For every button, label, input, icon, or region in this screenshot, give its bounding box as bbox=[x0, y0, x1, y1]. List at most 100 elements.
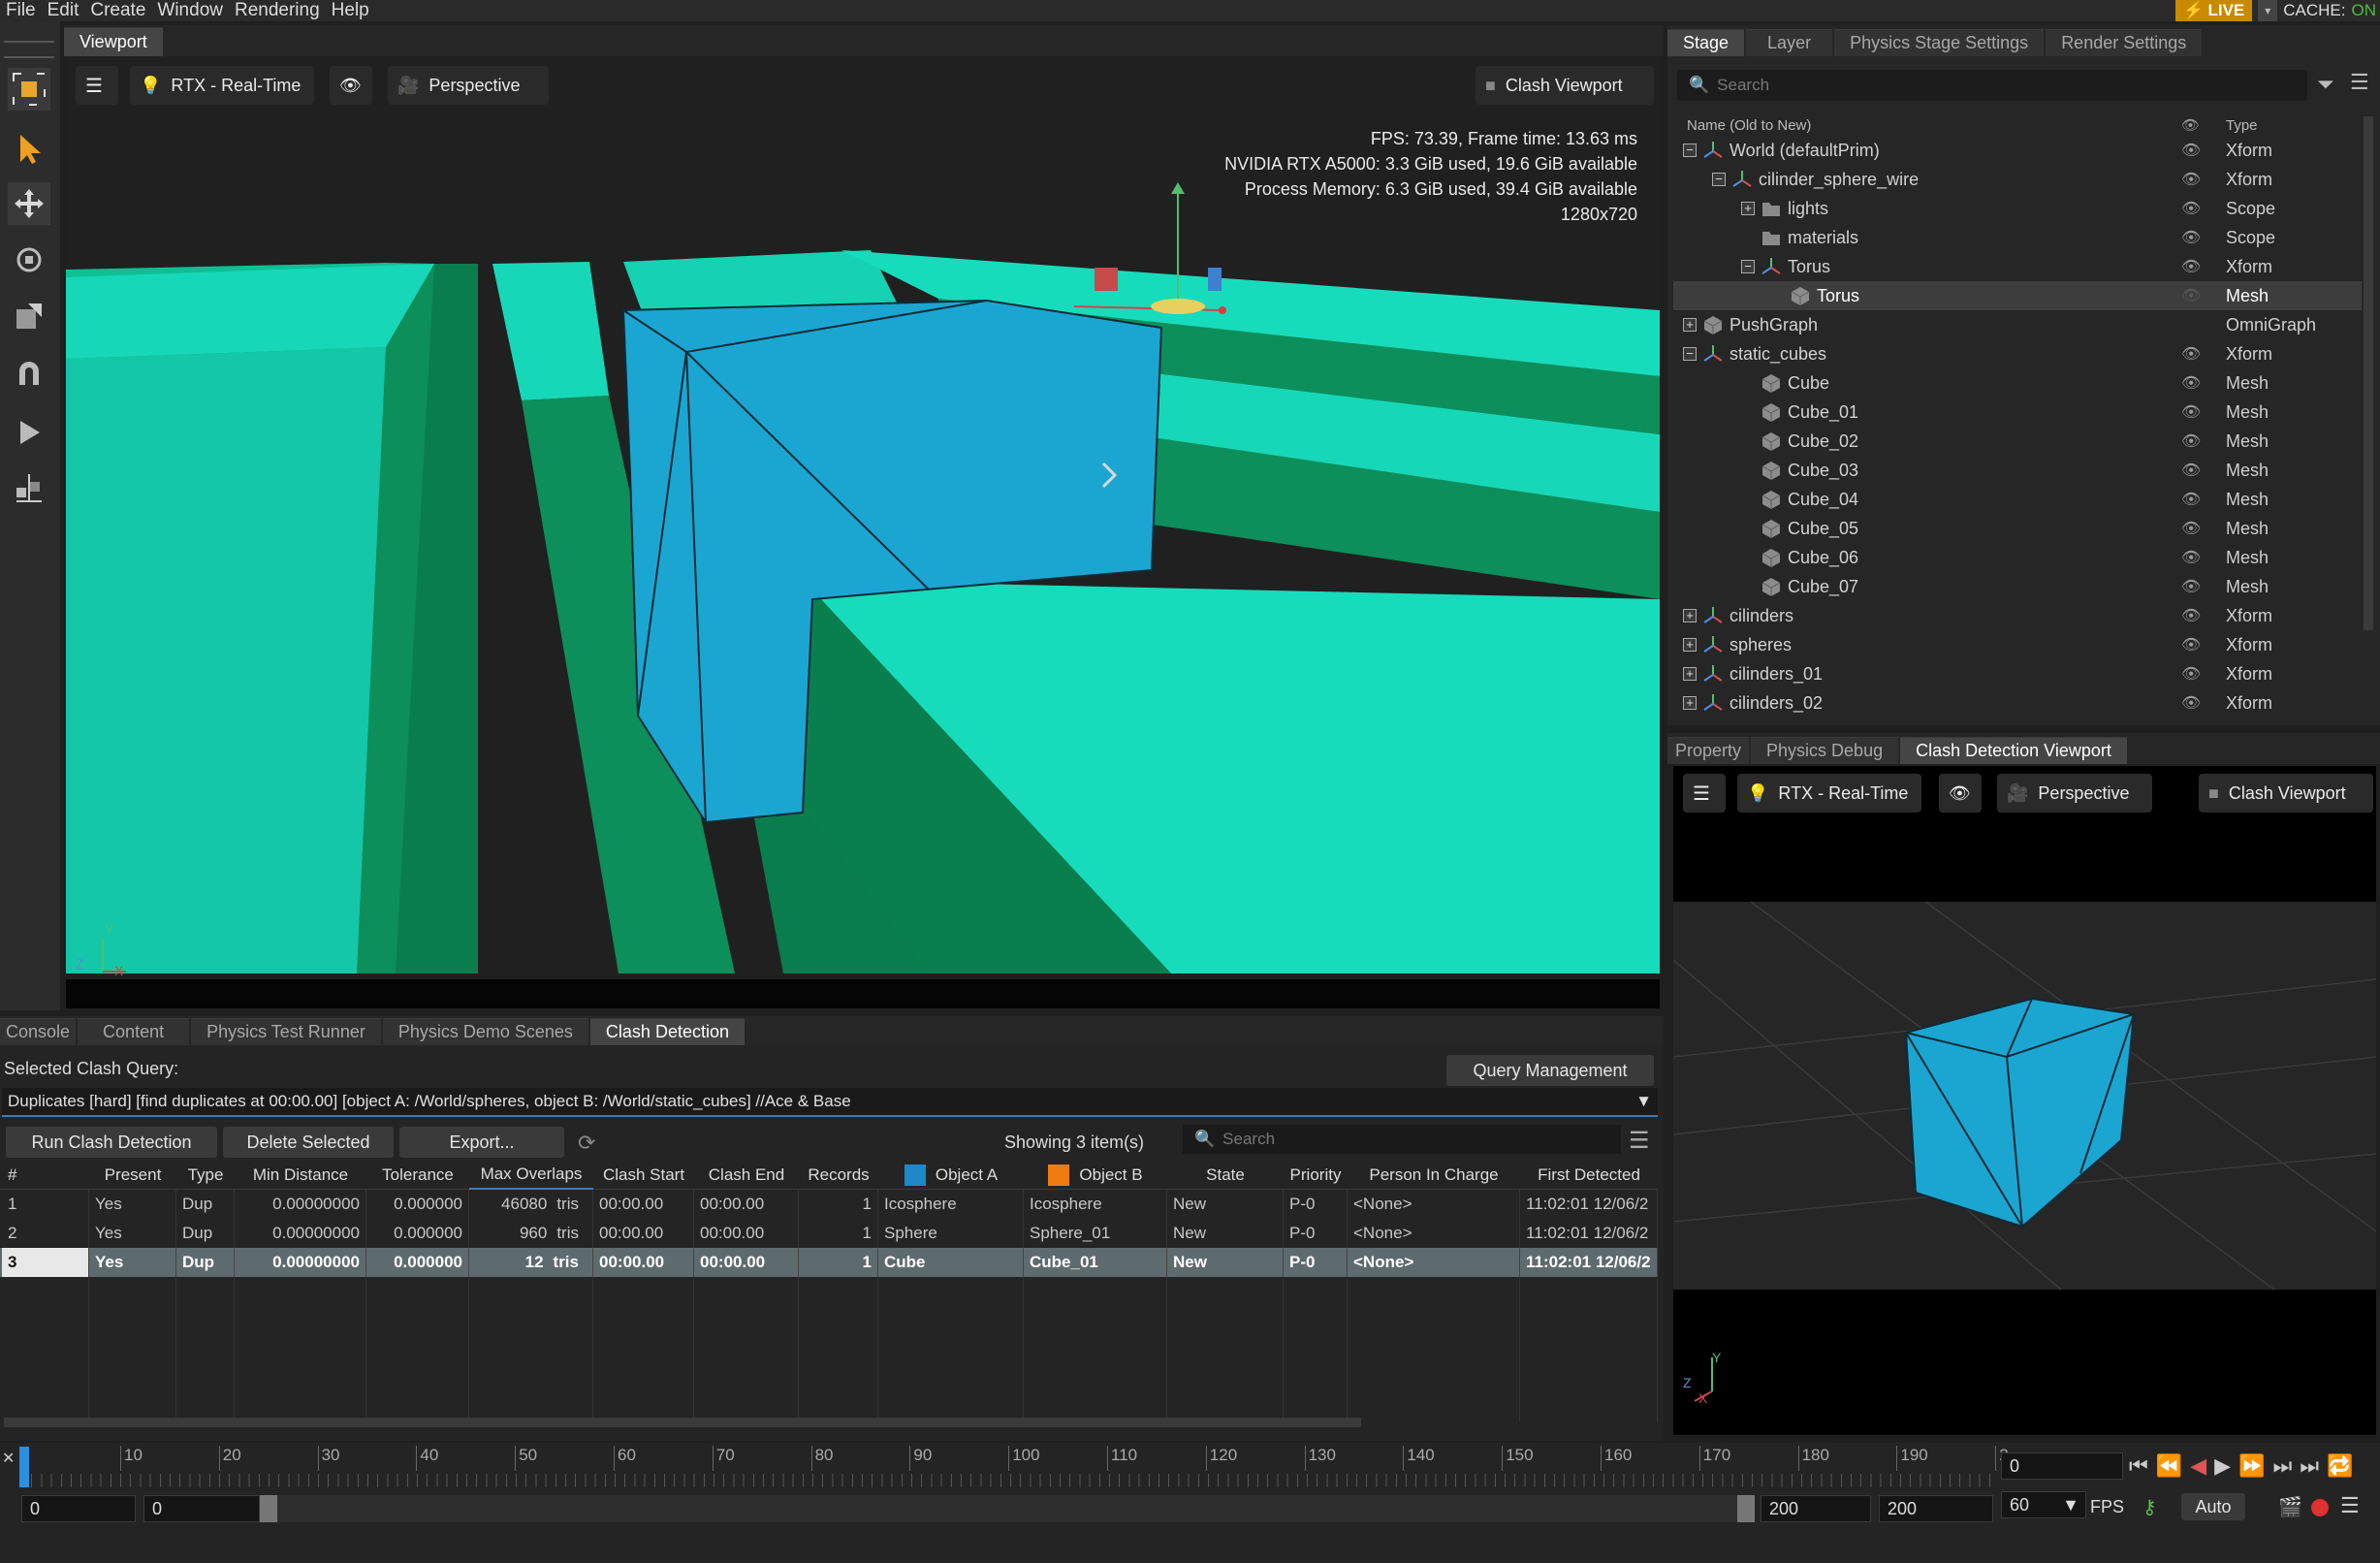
visibility-eye-icon[interactable]: 👁 bbox=[2181, 286, 2201, 305]
timeline-close-icon[interactable]: ✕ bbox=[2, 1449, 15, 1468]
expand-toggle-icon[interactable]: + bbox=[1683, 638, 1697, 652]
stage-tree-row[interactable]: + cilinders 👁 Xform bbox=[1673, 601, 2362, 630]
column-header[interactable]: Clash Start bbox=[593, 1161, 694, 1190]
visibility-eye-icon[interactable]: 👁 bbox=[2181, 693, 2201, 713]
visibility-eye-icon[interactable]: 👁 bbox=[2181, 141, 2201, 160]
expand-toggle-icon[interactable]: + bbox=[1683, 696, 1697, 710]
tab-content[interactable]: Content bbox=[78, 1018, 190, 1045]
visibility-eye-icon[interactable]: 👁 bbox=[2181, 373, 2201, 393]
rotate-icon[interactable] bbox=[8, 239, 50, 281]
expand-toggle-icon[interactable]: + bbox=[1683, 667, 1697, 681]
skip-next-icon[interactable]: ⏭ bbox=[2272, 1453, 2292, 1479]
refresh-icon[interactable]: ⟳ bbox=[578, 1131, 595, 1156]
object-b-color-swatch[interactable] bbox=[1048, 1164, 1070, 1186]
tab-clash-detection[interactable]: Clash Detection bbox=[589, 1018, 745, 1045]
visibility-eye-icon[interactable]: 👁 bbox=[2181, 257, 2201, 276]
stage-tree-row[interactable]: − static_cubes 👁 Xform bbox=[1673, 339, 2362, 368]
clash-search-input[interactable]: 🔍 Search bbox=[1183, 1125, 1621, 1154]
move-icon[interactable] bbox=[8, 182, 50, 225]
stage-tree-row[interactable]: Cube_01 👁 Mesh bbox=[1673, 398, 2362, 427]
stage-tree-row[interactable]: materials 👁 Scope bbox=[1673, 223, 2362, 252]
stage-tree-row[interactable]: − cilinder_sphere_wire 👁 Xform bbox=[1673, 165, 2362, 194]
clash-vp-clash-viewport-button[interactable]: ■ Clash Viewport bbox=[2199, 774, 2373, 813]
column-header[interactable]: Max Overlaps bbox=[469, 1161, 593, 1190]
stage-tree-row[interactable]: Cube 👁 Mesh bbox=[1673, 368, 2362, 398]
range-slider[interactable] bbox=[260, 1495, 1743, 1522]
export-button[interactable]: Export... bbox=[399, 1127, 564, 1158]
tab-property[interactable]: Property bbox=[1667, 737, 1750, 764]
expand-toggle-icon[interactable]: − bbox=[1741, 260, 1755, 273]
stage-tree-row[interactable]: Cube_07 👁 Mesh bbox=[1673, 572, 2362, 601]
table-row[interactable]: 3 Yes Dup 0.00000000 0.000000 12 tris 00:00.00 0… bbox=[0, 1248, 1658, 1277]
stage-tree-row[interactable]: Cube_03 👁 Mesh bbox=[1673, 456, 2362, 485]
stage-tree-row[interactable]: Cube_05 👁 Mesh bbox=[1673, 514, 2362, 543]
record-icon[interactable] bbox=[2311, 1499, 2329, 1516]
snap-magnet-icon[interactable] bbox=[8, 353, 50, 396]
start-frame-field[interactable]: 0 bbox=[143, 1495, 260, 1522]
expand-toggle-icon[interactable]: − bbox=[1683, 144, 1697, 157]
menu-file[interactable]: File bbox=[0, 0, 42, 21]
viewport-settings-button[interactable]: ☰ bbox=[76, 66, 118, 105]
delete-selected-button[interactable]: Delete Selected bbox=[223, 1127, 394, 1158]
column-header[interactable]: Type bbox=[176, 1161, 235, 1190]
tab-physics-demo-scenes[interactable]: Physics Demo Scenes bbox=[382, 1018, 588, 1045]
column-header[interactable]: Clash End bbox=[694, 1161, 799, 1190]
clash-vp-settings-button[interactable]: ☰ bbox=[1683, 774, 1726, 813]
stage-tree-row[interactable]: Cube_02 👁 Mesh bbox=[1673, 427, 2362, 456]
skip-end-icon[interactable]: ⏭ bbox=[2300, 1453, 2319, 1479]
clash-vp-renderer-button[interactable]: 💡 RTX - Real-Time bbox=[1737, 774, 1921, 813]
query-management-button[interactable]: Query Management bbox=[1446, 1055, 1654, 1086]
live-button[interactable]: ⚡ LIVE bbox=[2175, 0, 2253, 21]
visibility-eye-icon[interactable]: 👁 bbox=[2181, 606, 2201, 625]
fps-field[interactable]: 60 ▼ bbox=[2001, 1491, 2086, 1518]
visibility-eye-icon[interactable]: 👁 bbox=[2181, 664, 2201, 684]
clapper-icon[interactable]: 🎬 bbox=[2278, 1495, 2302, 1519]
stage-tree-row[interactable]: Torus 👁 Mesh bbox=[1673, 281, 2362, 310]
menu-window[interactable]: Window bbox=[151, 0, 229, 21]
key-icon[interactable]: ⚷ bbox=[2142, 1495, 2157, 1519]
visibility-eye-icon[interactable]: 👁 bbox=[2181, 635, 2201, 654]
visibility-button[interactable]: 👁 bbox=[330, 66, 372, 105]
tab-render-settings[interactable]: Render Settings bbox=[2046, 29, 2203, 56]
camera-button[interactable]: 🎥 Perspective bbox=[388, 66, 549, 105]
visibility-eye-icon[interactable]: 👁 bbox=[2181, 577, 2201, 596]
expand-toggle-icon[interactable]: + bbox=[1683, 609, 1697, 622]
step-forward-icon[interactable]: ⏩ bbox=[2238, 1453, 2265, 1479]
expand-toggle-icon[interactable]: − bbox=[1712, 173, 1726, 186]
expand-toggle-icon[interactable]: + bbox=[1741, 202, 1755, 215]
clash-vp-visibility-button[interactable]: 👁 bbox=[1939, 774, 1982, 813]
stage-search-input[interactable]: 🔍 Search bbox=[1677, 70, 2307, 101]
stage-tree-row[interactable]: − Torus 👁 Xform bbox=[1673, 252, 2362, 281]
clash-menu-icon[interactable]: ☰ bbox=[1629, 1127, 1650, 1155]
visibility-eye-icon[interactable]: 👁 bbox=[2181, 170, 2201, 189]
visibility-eye-icon[interactable]: 👁 bbox=[2181, 490, 2201, 509]
column-header[interactable]: Priority bbox=[1284, 1161, 1348, 1190]
column-header[interactable]: Person In Charge bbox=[1348, 1161, 1520, 1190]
select-arrow-icon[interactable] bbox=[8, 128, 50, 171]
play-icon[interactable]: ▶ bbox=[2214, 1453, 2231, 1479]
visibility-eye-icon[interactable]: 👁 bbox=[2181, 548, 2201, 567]
skip-start-icon[interactable]: ⏮ bbox=[2129, 1453, 2148, 1479]
end-time-field[interactable]: 200 bbox=[1879, 1495, 1993, 1522]
stage-tree-row[interactable]: + lights 👁 Scope bbox=[1673, 194, 2362, 223]
column-header[interactable]: Present bbox=[89, 1161, 176, 1190]
timeline-ruler[interactable]: 10 20 30 40 50 60 70 80 90 100 110 120 130 140 150 160 1… bbox=[21, 1444, 2009, 1471]
start-time-field[interactable]: 0 bbox=[21, 1495, 136, 1522]
tab-physics-debug[interactable]: Physics Debug bbox=[1751, 737, 1899, 764]
query-select[interactable]: Duplicates [hard] [find duplicates at 00… bbox=[2, 1088, 1658, 1117]
stage-menu-icon[interactable]: ☰ bbox=[2350, 70, 2369, 95]
column-header[interactable]: Object B bbox=[1024, 1161, 1167, 1190]
stage-tree-row[interactable]: + spheres 👁 Xform bbox=[1673, 630, 2362, 659]
range-end-handle[interactable] bbox=[1737, 1495, 1755, 1522]
visibility-eye-icon[interactable]: 👁 bbox=[2181, 431, 2201, 451]
tab-physics-stage-settings[interactable]: Physics Stage Settings bbox=[1834, 29, 2045, 56]
table-row[interactable]: 1 Yes Dup 0.00000000 0.000000 46080 tris 00:00.… bbox=[0, 1190, 1658, 1219]
current-frame-field[interactable]: 0 bbox=[2001, 1452, 2123, 1480]
clash-viewport-button[interactable]: ■ Clash Viewport bbox=[1476, 66, 1654, 105]
stage-tree-row[interactable]: Cube_06 👁 Mesh bbox=[1673, 543, 2362, 572]
column-header[interactable]: Object A bbox=[878, 1161, 1024, 1190]
timeline-menu-icon[interactable]: ☰ bbox=[2340, 1493, 2360, 1518]
loop-icon[interactable]: 🔁 bbox=[2327, 1453, 2353, 1479]
column-header[interactable]: First Detected bbox=[1520, 1161, 1658, 1190]
stage-tree-row[interactable]: Cube_04 👁 Mesh bbox=[1673, 485, 2362, 514]
